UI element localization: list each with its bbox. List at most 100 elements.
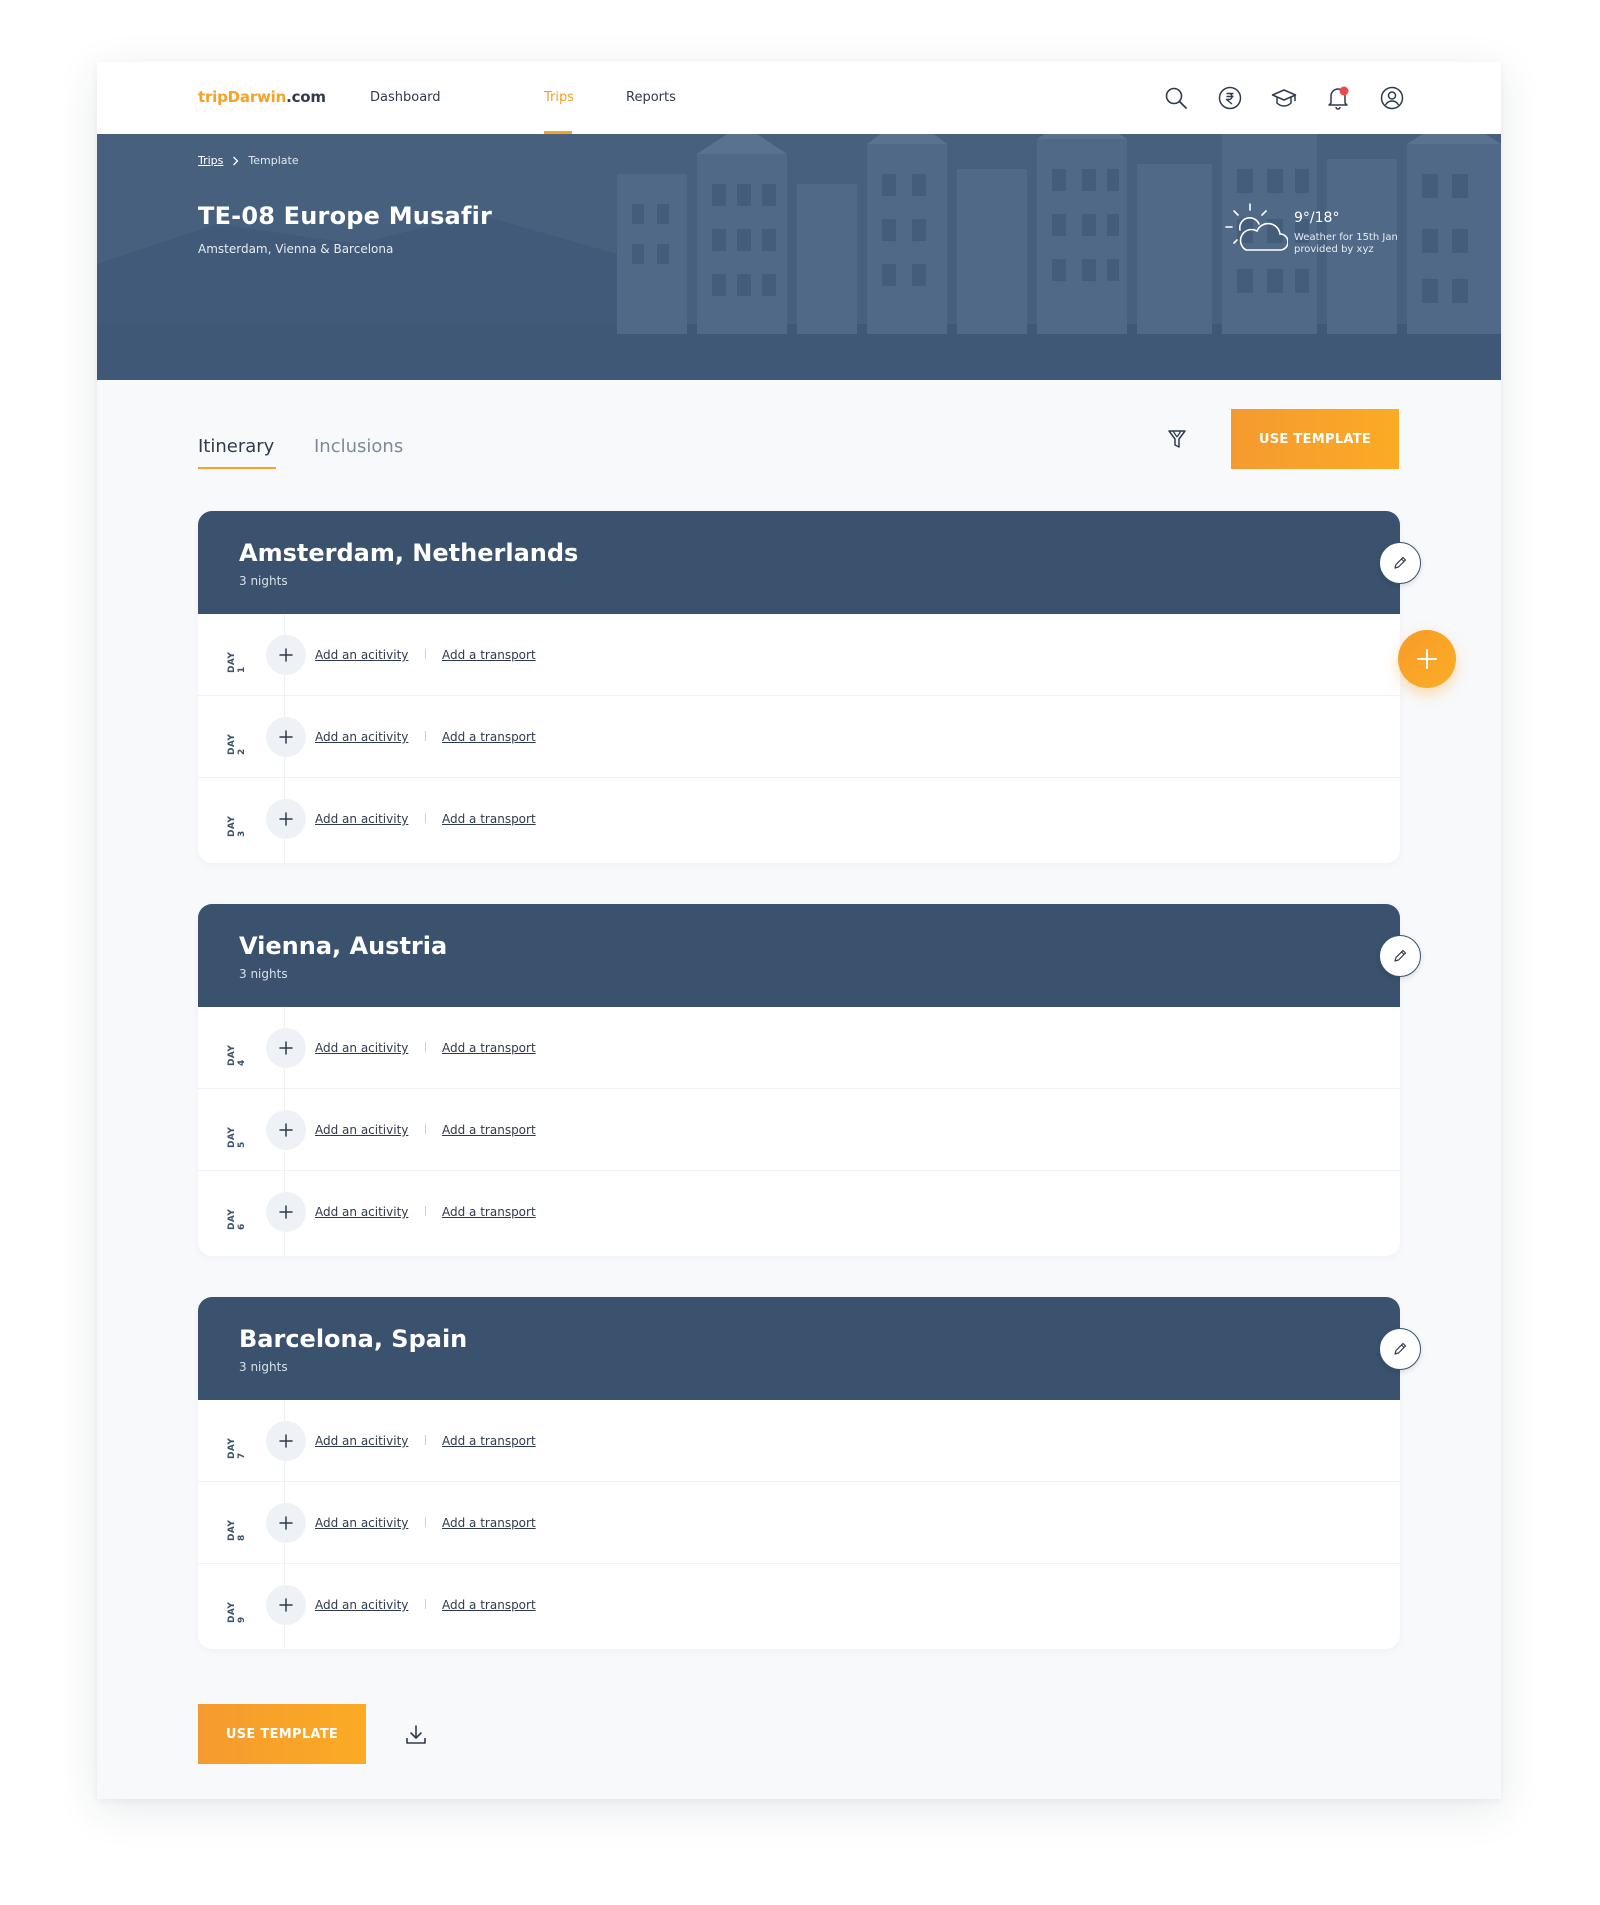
day-row: DAY 2 Add an acitivity Add a transport	[198, 696, 1400, 778]
pencil-icon	[1394, 1342, 1407, 1355]
add-transport-link[interactable]: Add a transport	[442, 1123, 536, 1137]
page-title: TE-08 Europe Musafir	[198, 202, 493, 230]
day-label: DAY 7	[227, 1437, 247, 1459]
filter-icon[interactable]	[1164, 426, 1190, 452]
add-transport-link[interactable]: Add a transport	[442, 1434, 536, 1448]
logo-brand: tripDarwin	[198, 88, 287, 106]
nav-link-dashboard[interactable]: Dashboard	[370, 90, 441, 105]
add-activity-link[interactable]: Add an acitivity	[315, 1123, 408, 1137]
day-label: DAY 9	[227, 1601, 247, 1623]
add-activity-link[interactable]: Add an acitivity	[315, 1598, 408, 1612]
weather-note: Weather for 15th Jan provided by xyz	[1294, 232, 1414, 256]
weather-temperature: 9°/18°	[1294, 210, 1340, 226]
add-transport-link[interactable]: Add a transport	[442, 730, 536, 744]
day-label: DAY 8	[227, 1519, 247, 1541]
city-card-header: Amsterdam, Netherlands 3 nights	[198, 511, 1400, 614]
day-row: DAY 3 Add an acitivity Add a transport	[198, 778, 1400, 860]
link-separator	[425, 813, 426, 823]
add-item-button[interactable]	[266, 1503, 306, 1543]
add-item-button[interactable]	[266, 1110, 306, 1150]
app-window: tripDarwin.com Dashboard Trips Reports T…	[97, 62, 1501, 1799]
add-item-button[interactable]	[266, 1585, 306, 1625]
breadcrumb: Trips Template	[198, 154, 299, 167]
weather-date: Weather for 15th Jan	[1294, 232, 1398, 243]
edit-city-button[interactable]	[1379, 542, 1421, 584]
day-row: DAY 7 Add an acitivity Add a transport	[198, 1400, 1400, 1482]
active-tab-indicator	[198, 467, 276, 469]
partly-cloudy-icon	[1225, 203, 1288, 251]
search-icon[interactable]	[1162, 84, 1190, 112]
weather-widget: 9°/18° Weather for 15th Jan provided by …	[1222, 202, 1422, 262]
city-card: Amsterdam, Netherlands 3 nights DAY 1 Add a…	[198, 511, 1421, 863]
link-separator	[425, 649, 426, 659]
add-item-button[interactable]	[266, 717, 306, 757]
tab-itinerary[interactable]: Itinerary	[198, 436, 274, 457]
hero-banner: Trips Template TE-08 Europe Musafir Amst…	[97, 134, 1501, 380]
city-card-header: Barcelona, Spain 3 nights	[198, 1297, 1400, 1400]
weather-provider: provided by xyz	[1294, 244, 1374, 255]
add-item-button[interactable]	[266, 1028, 306, 1068]
page-subtitle: Amsterdam, Vienna & Barcelona	[198, 242, 394, 256]
plus-icon	[279, 730, 293, 744]
city-card: Barcelona, Spain 3 nights DAY 7 Add an acit…	[198, 1297, 1421, 1649]
breadcrumb-link-trips[interactable]: Trips	[198, 154, 223, 167]
link-separator	[425, 1206, 426, 1216]
download-icon[interactable]	[402, 1721, 430, 1749]
graduation-cap-icon[interactable]	[1270, 84, 1298, 112]
edit-city-button[interactable]	[1379, 1328, 1421, 1370]
plus-icon	[279, 812, 293, 826]
day-row: DAY 5 Add an acitivity Add a transport	[198, 1089, 1400, 1171]
city-nights: 3 nights	[239, 574, 288, 588]
add-transport-link[interactable]: Add a transport	[442, 648, 536, 662]
logo[interactable]: tripDarwin.com	[198, 88, 326, 106]
add-item-button[interactable]	[266, 1192, 306, 1232]
add-city-button[interactable]	[1398, 630, 1456, 688]
link-separator	[425, 731, 426, 741]
day-label: DAY 2	[227, 733, 247, 755]
logo-tld: .com	[286, 88, 326, 106]
use-template-button-bottom[interactable]: USE TEMPLATE	[198, 1704, 366, 1764]
day-row: DAY 8 Add an acitivity Add a transport	[198, 1482, 1400, 1564]
plus-icon	[279, 1598, 293, 1612]
plus-icon	[279, 1123, 293, 1137]
user-icon[interactable]	[1378, 84, 1406, 112]
day-row: DAY 4 Add an acitivity Add a transport	[198, 1007, 1400, 1089]
pencil-icon	[1394, 556, 1407, 569]
use-template-button-top[interactable]: USE TEMPLATE	[1231, 409, 1399, 469]
plus-icon	[279, 1434, 293, 1448]
nav-link-reports[interactable]: Reports	[626, 90, 676, 105]
link-separator	[425, 1517, 426, 1527]
bell-icon[interactable]	[1324, 84, 1352, 112]
add-transport-link[interactable]: Add a transport	[442, 1041, 536, 1055]
add-activity-link[interactable]: Add an acitivity	[315, 1205, 408, 1219]
city-name: Vienna, Austria	[239, 932, 448, 960]
chevron-right-icon	[233, 156, 239, 165]
rupee-icon[interactable]	[1216, 84, 1244, 112]
add-transport-link[interactable]: Add a transport	[442, 1516, 536, 1530]
nav-link-trips[interactable]: Trips	[544, 90, 574, 105]
tab-inclusions[interactable]: Inclusions	[314, 436, 403, 457]
top-navigation-bar: tripDarwin.com Dashboard Trips Reports	[97, 62, 1501, 134]
plus-icon	[1417, 649, 1437, 669]
plus-icon	[279, 648, 293, 662]
city-name: Barcelona, Spain	[239, 1325, 468, 1353]
add-transport-link[interactable]: Add a transport	[442, 1598, 536, 1612]
plus-icon	[279, 1516, 293, 1530]
add-activity-link[interactable]: Add an acitivity	[315, 1434, 408, 1448]
add-activity-link[interactable]: Add an acitivity	[315, 648, 408, 662]
add-item-button[interactable]	[266, 635, 306, 675]
plus-icon	[279, 1041, 293, 1055]
add-transport-link[interactable]: Add a transport	[442, 1205, 536, 1219]
breadcrumb-current: Template	[248, 154, 299, 167]
day-row: DAY 1 Add an acitivity Add a transport	[198, 614, 1400, 696]
add-item-button[interactable]	[266, 799, 306, 839]
add-activity-link[interactable]: Add an acitivity	[315, 812, 408, 826]
day-row: DAY 6 Add an acitivity Add a transport	[198, 1171, 1400, 1253]
add-transport-link[interactable]: Add a transport	[442, 812, 536, 826]
edit-city-button[interactable]	[1379, 935, 1421, 977]
add-activity-link[interactable]: Add an acitivity	[315, 1041, 408, 1055]
add-activity-link[interactable]: Add an acitivity	[315, 1516, 408, 1530]
add-activity-link[interactable]: Add an acitivity	[315, 730, 408, 744]
add-item-button[interactable]	[266, 1421, 306, 1461]
city-nights: 3 nights	[239, 1360, 288, 1374]
